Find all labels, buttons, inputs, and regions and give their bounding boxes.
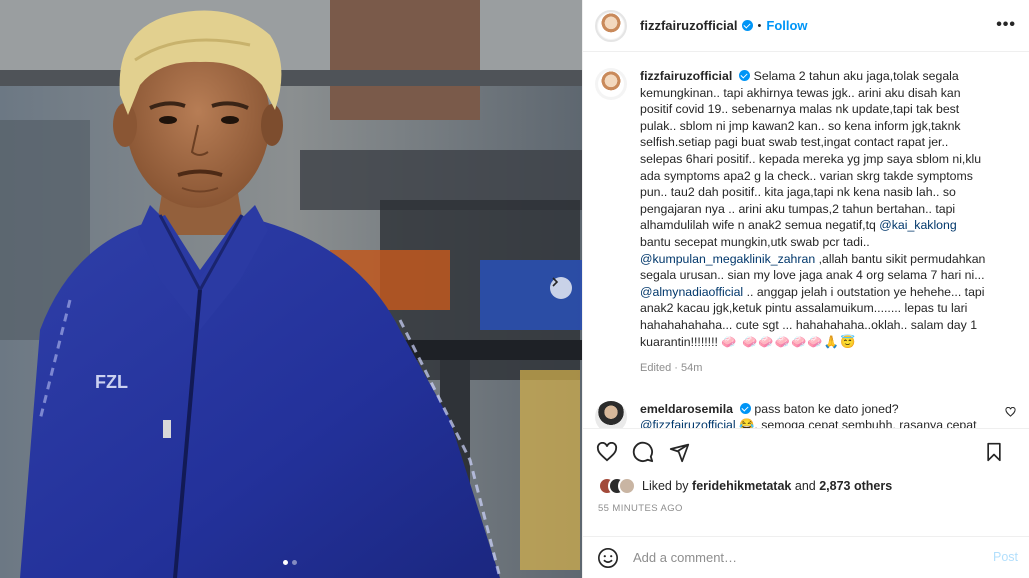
save-button[interactable] [982,440,1006,464]
mention-link[interactable]: @kai_kaklong [879,218,956,232]
instagram-post-modal: FZL fizzfairuzofficial • Follow ••• fizz… [0,0,1029,578]
post-details-panel: fizzfairuzofficial • Follow ••• fizzfair… [582,0,1029,578]
comment-row: emeldarosemila pass baton ke dato joned?… [595,400,1018,428]
likes-text: Liked by feridehikmetatak and 2,873 othe… [642,479,892,493]
follow-button[interactable]: Follow [766,18,807,33]
mention-link[interactable]: @kumpulan_megaklinik_zahran [640,252,815,266]
mention-link[interactable]: @fizzfairuzofficial [640,418,736,428]
comment-like-heart-icon[interactable] [1005,406,1016,417]
liker-avatar [618,477,636,495]
carousel-dot [292,560,297,565]
likes-prefix: Liked by [642,479,693,493]
liker-username[interactable]: feridehikmetatak [692,479,791,493]
commenter-username[interactable]: emeldarosemila [640,402,733,416]
liker-avatars [598,477,636,495]
post-actions-section: Liked by feridehikmetatak and 2,873 othe… [583,428,1029,514]
caption-text: Selama 2 tahun aku jaga,tolak segala kem… [640,69,982,233]
more-options-icon[interactable]: ••• [996,17,1016,33]
comment-body: emeldarosemila pass baton ke dato joned?… [640,401,990,428]
post-header: fizzfairuzofficial • Follow ••• [583,0,1029,52]
likes-count[interactable]: 2,873 others [819,479,892,493]
likes-and: and [791,479,820,493]
edited-timestamp: Edited · 54m [640,362,703,375]
author-username[interactable]: fizzfairuzofficial [640,18,738,33]
likes-row: Liked by feridehikmetatak and 2,873 othe… [583,475,1029,497]
comments-section: fizzfairuzofficial Selama 2 tahun aku ja… [583,52,1029,428]
verified-badge-icon [741,20,753,31]
post-comment-button[interactable]: Post [993,550,1018,564]
verified-badge-icon [739,70,751,81]
caption-text: bantu secepat mungkin,utk swab pcr tadi.… [640,234,870,249]
like-button[interactable] [595,440,619,464]
caption-avatar[interactable] [595,68,627,100]
carousel-dot-active [283,560,288,565]
caption-emojis: 🧼 🧼🧼🧼🧼🧼🙏😇 [721,334,857,349]
comment-text: pass baton ke dato joned? [754,401,899,416]
mention-link[interactable]: @almynadiaofficial [640,285,743,299]
separator-dot: • [757,19,762,32]
share-icon [669,443,689,462]
post-timestamp[interactable]: 55 MINUTES AGO [583,503,1029,514]
action-bar [583,429,1029,475]
svg-text:FZL: FZL [95,372,128,392]
bookmark-icon [987,442,1001,462]
photo-man-in-blue-jacket: FZL [0,0,582,578]
caption-body: fizzfairuzofficial Selama 2 tahun aku ja… [640,68,990,377]
avatar-image [598,71,624,97]
commenter-avatar[interactable] [595,400,627,428]
caption-username[interactable]: fizzfairuzofficial [640,69,732,83]
heart-icon [596,442,618,462]
avatar-image [598,12,624,39]
carousel-next-button[interactable] [550,277,572,299]
comment-icon [632,441,654,463]
caption-row: fizzfairuzofficial Selama 2 tahun aku ja… [595,68,1018,377]
author-info: fizzfairuzofficial • Follow [640,18,808,33]
chevron-right-icon [552,277,559,287]
comment-input[interactable] [633,550,953,565]
emoji-icon[interactable] [597,547,619,569]
add-comment-bar: Post [583,536,1029,578]
carousel-indicator [283,560,297,565]
post-image[interactable]: FZL [0,0,582,578]
comment-button[interactable] [631,440,655,464]
author-avatar[interactable] [595,9,627,42]
share-button[interactable] [667,440,691,464]
verified-badge-icon [739,402,751,414]
